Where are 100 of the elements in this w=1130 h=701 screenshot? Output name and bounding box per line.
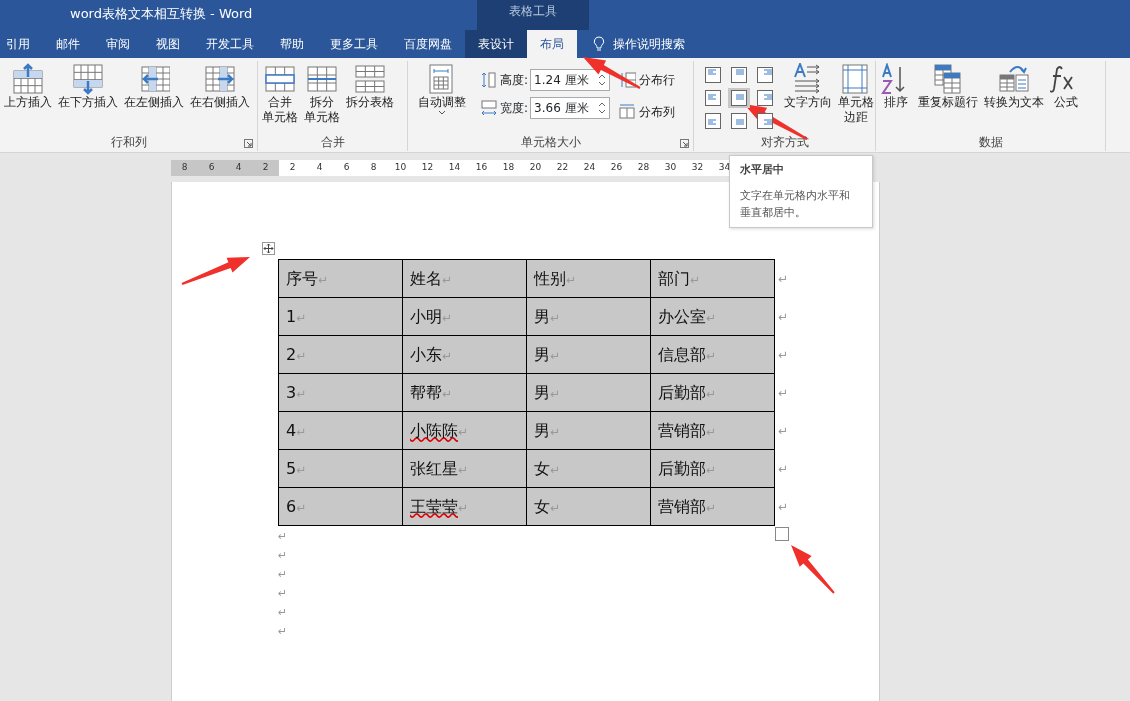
ribbon-button[interactable]: 单元格 边距 [836, 61, 876, 127]
paragraph-mark: ↵ [690, 272, 701, 287]
ribbon-dropdown-button[interactable]: 自动调整 [410, 61, 474, 118]
align-button[interactable] [702, 111, 724, 131]
paragraph-mark: ↵ [278, 530, 288, 543]
table-cell: 5↵ [278, 449, 403, 488]
paragraph-mark: ↵ [296, 462, 307, 477]
table-cell: 小东↵ [402, 335, 527, 374]
table-cell: 信息部↵ [650, 335, 775, 374]
ribbon-button[interactable]: 在右侧插入 [188, 61, 252, 112]
spin-field[interactable]: 1.24 厘米 [530, 69, 611, 91]
paragraph-mark: ↵ [550, 462, 561, 477]
group-label: 合并 [319, 134, 346, 151]
table-insert-column-icon [138, 63, 170, 95]
dialog-launcher-icon[interactable] [244, 139, 253, 148]
paragraph-mark: ↵ [550, 500, 561, 515]
paragraph-mark: ↵ [442, 348, 453, 363]
ribbon-button[interactable]: 在下方插入 [56, 61, 120, 112]
paragraph-mark: ↵ [442, 386, 453, 401]
paragraph-mark: ↵ [778, 461, 789, 476]
ribbon-button[interactable]: 文字方向 [782, 61, 834, 112]
window-title: word表格文本相互转换 - Word [70, 5, 253, 23]
paragraph-mark: ↵ [778, 271, 789, 286]
align-button[interactable] [754, 65, 776, 85]
align-button[interactable] [702, 65, 724, 85]
resize-handle[interactable] [775, 527, 789, 541]
ribbon-button[interactable]: 排序 [878, 61, 914, 112]
align-button[interactable] [702, 88, 724, 108]
spinner-arrows-icon [598, 73, 607, 87]
table-cell: 女↵ [526, 487, 651, 526]
table-cell: 姓名↵ [402, 259, 527, 298]
ribbon-tab[interactable]: 更多工具 [317, 30, 391, 58]
ribbon-tab[interactable]: 布局 [527, 30, 577, 58]
table-to-text-icon [998, 63, 1030, 95]
table-cell: 性别↵ [526, 259, 651, 298]
ribbon-button[interactable]: 转换为文本 [982, 61, 1046, 112]
table-cell: 4↵ [278, 411, 403, 450]
ribbon-button[interactable]: 分布列 [616, 101, 678, 123]
table-cell: 营销部↵ [650, 411, 775, 450]
merge-cells-icon [264, 63, 296, 95]
ribbon-tab[interactable]: 表设计 [465, 30, 527, 58]
split-cells-icon [306, 63, 338, 95]
ribbon-tab[interactable]: 引用 [0, 30, 43, 58]
paragraph-mark: ↵ [278, 606, 288, 619]
ribbon-tab[interactable]: 百度网盘 [391, 30, 465, 58]
repeat-header-rows-icon [932, 63, 964, 95]
paragraph-mark: ↵ [778, 309, 789, 324]
align-button[interactable] [728, 88, 750, 108]
column-width-icon [480, 99, 498, 117]
table-cell: 帮帮↵ [402, 373, 527, 412]
align-icon [757, 67, 773, 83]
align-button[interactable] [728, 111, 750, 131]
tell-me-search[interactable]: 操作说明搜索 [613, 35, 685, 53]
paragraph-mark: ↵ [778, 499, 789, 514]
align-button[interactable] [754, 111, 776, 131]
group-label: 单元格大小 [519, 134, 582, 151]
paragraph-mark: ↵ [458, 462, 469, 477]
paragraph-mark: ↵ [706, 462, 717, 477]
align-icon [705, 67, 721, 83]
table-cell: 后勤部↵ [650, 373, 775, 412]
align-button[interactable] [728, 65, 750, 85]
ribbon-tab[interactable]: 开发工具 [193, 30, 267, 58]
paragraph-mark: ↵ [296, 348, 307, 363]
table-cell: 1↵ [278, 297, 403, 336]
ribbon-button[interactable]: 合并 单元格 [260, 61, 300, 127]
paragraph-mark: ↵ [778, 385, 789, 400]
ruler: 8 6 4 2 [171, 159, 279, 176]
ribbon-button[interactable]: 在左侧插入 [122, 61, 186, 112]
dialog-launcher-icon[interactable] [680, 139, 689, 148]
ribbon-tab[interactable]: 帮助 [267, 30, 317, 58]
align-button[interactable] [754, 88, 776, 108]
paragraph-mark: ↵ [318, 272, 329, 287]
paragraph-mark: ↵ [550, 348, 561, 363]
paragraph-mark: ↵ [706, 348, 717, 363]
paragraph-mark: ↵ [296, 310, 307, 325]
field-label: 高度: [500, 72, 529, 89]
spin-field[interactable]: 3.66 厘米 [530, 97, 611, 119]
table-cell: 序号↵ [278, 259, 403, 298]
table-cell: 6↵ [278, 487, 403, 526]
ribbon-button[interactable]: 拆分 单元格 [302, 61, 342, 127]
table-cell: 营销部↵ [650, 487, 775, 526]
paragraph-mark: ↵ [278, 625, 288, 638]
paragraph-mark: ↵ [706, 310, 717, 325]
table-insert-row-icon [72, 63, 104, 95]
align-icon [757, 90, 773, 106]
ribbon-tab[interactable]: 视图 [143, 30, 193, 58]
lightbulb-icon [593, 36, 605, 52]
ribbon-button[interactable]: 重复标题行 [916, 61, 980, 112]
ribbon-button[interactable]: 上方插入 [2, 61, 54, 112]
ribbon-button[interactable]: 拆分表格 [344, 61, 396, 112]
ribbon-button[interactable]: 公式 [1048, 61, 1084, 112]
ribbon-tab[interactable]: 审阅 [93, 30, 143, 58]
table-cell: 男↵ [526, 297, 651, 336]
paragraph-mark: ↵ [706, 424, 717, 439]
ribbon-tab[interactable]: 邮件 [43, 30, 93, 58]
move-handle-icon[interactable] [262, 242, 275, 255]
paragraph-mark: ↵ [296, 424, 307, 439]
distribute-columns-icon [618, 103, 637, 121]
paragraph-mark: ↵ [550, 386, 561, 401]
paragraph-mark: ↵ [550, 424, 561, 439]
